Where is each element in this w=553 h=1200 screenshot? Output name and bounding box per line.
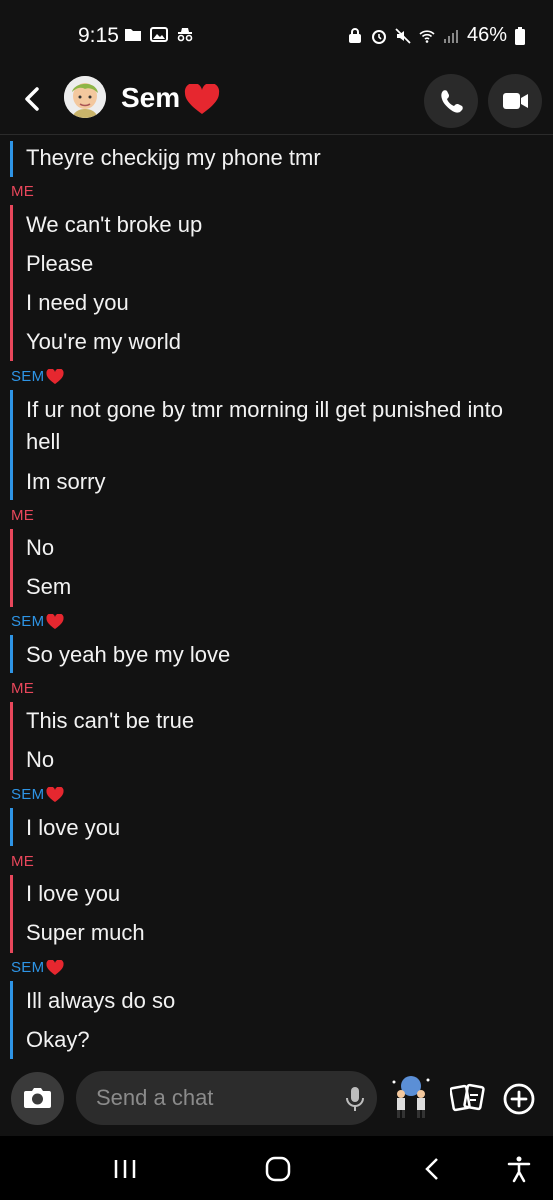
status-bar: 9:15 46% bbox=[0, 0, 553, 70]
sender-bar bbox=[10, 635, 13, 673]
chat-header: Sem bbox=[0, 70, 553, 135]
accessibility-icon[interactable] bbox=[504, 1154, 534, 1184]
lock-icon bbox=[348, 27, 361, 43]
message[interactable]: I love you bbox=[26, 812, 536, 844]
status-time: 9:15 bbox=[78, 24, 119, 47]
system-nav-bar bbox=[0, 1136, 553, 1200]
sender-label-sem: SEM bbox=[11, 959, 64, 976]
bitmoji-icon[interactable] bbox=[390, 1074, 432, 1120]
message[interactable]: Okay? bbox=[26, 1024, 536, 1056]
contact-name[interactable]: Sem bbox=[121, 82, 180, 114]
message[interactable]: Theyre checkijg my phone tmr bbox=[26, 142, 536, 174]
sticker-cards-icon[interactable] bbox=[450, 1082, 486, 1114]
heart-icon bbox=[46, 959, 64, 975]
message[interactable]: Ill always do so bbox=[26, 985, 536, 1017]
video-call-button[interactable] bbox=[488, 74, 542, 128]
wifi-icon bbox=[419, 29, 435, 43]
back-chevron-icon[interactable] bbox=[18, 84, 48, 114]
sender-label-sem: SEM bbox=[11, 786, 64, 803]
gallery-icon bbox=[150, 27, 168, 42]
heart-icon bbox=[46, 613, 64, 629]
sender-bar bbox=[10, 529, 13, 607]
microphone-icon[interactable] bbox=[344, 1086, 366, 1112]
message[interactable]: We can't broke up bbox=[26, 209, 536, 241]
message[interactable]: I need you bbox=[26, 287, 536, 319]
avatar[interactable] bbox=[64, 76, 106, 118]
sender-label-me: ME bbox=[11, 853, 35, 870]
sender-bar bbox=[10, 875, 13, 953]
sender-label-me: ME bbox=[11, 183, 35, 200]
recent-apps-icon[interactable] bbox=[110, 1154, 140, 1184]
chat-composer bbox=[0, 1062, 553, 1134]
heart-icon bbox=[46, 368, 64, 384]
back-icon[interactable] bbox=[418, 1154, 448, 1184]
video-camera-icon bbox=[503, 93, 528, 109]
chat-input[interactable] bbox=[76, 1071, 377, 1125]
message[interactable]: This can't be true bbox=[26, 705, 536, 737]
sender-bar bbox=[10, 141, 13, 177]
message[interactable]: So yeah bye my love bbox=[26, 639, 536, 671]
message[interactable]: Super much bbox=[26, 917, 536, 949]
sender-bar bbox=[10, 390, 13, 500]
camera-button[interactable] bbox=[11, 1072, 64, 1125]
chat-thread[interactable]: Theyre checkijg my phone tmr ME We can't… bbox=[0, 136, 553, 1059]
sender-bar bbox=[10, 205, 13, 361]
incognito-icon bbox=[177, 28, 193, 42]
message[interactable]: I love you bbox=[26, 878, 536, 910]
sender-label-sem: SEM bbox=[11, 613, 64, 630]
heart-icon bbox=[184, 84, 220, 114]
alarm-icon bbox=[371, 29, 386, 44]
sender-label-me: ME bbox=[11, 680, 35, 697]
battery-icon bbox=[515, 26, 525, 45]
battery-percent: 46% bbox=[466, 24, 507, 46]
sender-bar bbox=[10, 702, 13, 780]
message[interactable]: You're my world bbox=[26, 326, 536, 358]
message[interactable]: Sem bbox=[26, 571, 536, 603]
heart-icon bbox=[46, 786, 64, 802]
home-icon[interactable] bbox=[263, 1154, 293, 1184]
phone-icon bbox=[441, 90, 463, 113]
folder-icon bbox=[125, 29, 141, 41]
call-button[interactable] bbox=[424, 74, 478, 128]
bitmoji-avatar-icon bbox=[64, 76, 106, 118]
message[interactable]: If ur not gone by tmr morning ill get pu… bbox=[26, 394, 536, 458]
signal-icon bbox=[443, 29, 458, 43]
sender-bar bbox=[10, 808, 13, 846]
message[interactable]: Im sorry bbox=[26, 466, 536, 498]
sender-label-sem: SEM bbox=[11, 368, 64, 385]
camera-icon bbox=[24, 1088, 51, 1108]
mute-icon bbox=[395, 27, 411, 44]
message[interactable]: No bbox=[26, 532, 536, 564]
plus-circle-icon[interactable] bbox=[502, 1082, 536, 1116]
sender-bar bbox=[10, 981, 13, 1059]
sender-label-me: ME bbox=[11, 507, 35, 524]
message[interactable]: Please bbox=[26, 248, 536, 280]
message[interactable]: No bbox=[26, 744, 536, 776]
